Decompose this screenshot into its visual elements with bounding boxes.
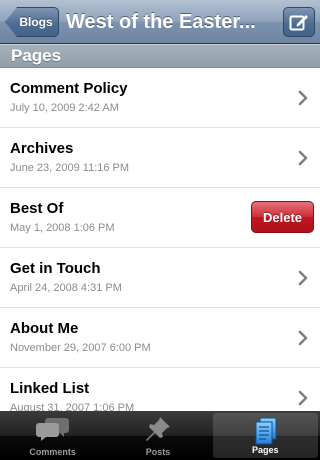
blogs-back-button[interactable]: Blogs [5,7,59,37]
page-date: April 24, 2008 4:31 PM [10,282,122,294]
chevron-right-icon [298,150,308,166]
list-item[interactable]: Archives June 23, 2009 11:16 PM [0,128,320,188]
pages-icon [255,417,277,445]
list-item[interactable]: Get in Touch April 24, 2008 4:31 PM [0,248,320,308]
chevron-right-icon [298,330,308,346]
page-title: Get in Touch [10,260,101,277]
pushpin-icon [145,417,170,441]
compose-button[interactable] [283,7,315,37]
page-title: Linked List [10,380,90,397]
list-item[interactable]: Best Of May 1, 2008 1:06 PM Delete [0,188,320,248]
tab-posts[interactable]: Posts [105,411,210,460]
page-title: Best Of [10,200,64,217]
page-date: August 31, 2007 1:06 PM [10,402,135,411]
page-title: Comment Policy [10,80,128,97]
tab-bar: Comments Posts Pages [0,411,320,460]
blog-title: West of the Easter... [66,11,256,33]
compose-icon [289,15,308,31]
list-item[interactable]: Comment Policy July 10, 2009 2:42 AM [0,68,320,128]
page-date: June 23, 2009 11:16 PM [10,162,130,174]
tab-pages[interactable]: Pages [212,413,318,458]
delete-button[interactable]: Delete [251,201,314,233]
page-title: About Me [10,320,79,337]
list-item[interactable]: About Me November 29, 2007 6:00 PM [0,308,320,368]
section-header-pages: Pages [0,44,320,68]
comments-icon [35,418,69,441]
chevron-right-icon [298,270,308,286]
list-item[interactable]: Linked List August 31, 2007 1:06 PM [0,368,320,411]
chevron-right-icon [298,90,308,106]
page-title: Archives [10,140,74,157]
pages-list: Comment Policy July 10, 2009 2:42 AM Arc… [0,68,320,411]
tab-label: Posts [145,447,171,457]
page-date: July 10, 2009 2:42 AM [10,102,119,114]
chevron-right-icon [298,390,308,406]
navigation-bar: Blogs West of the Easter... [0,0,320,44]
tab-comments[interactable]: Comments [0,411,105,460]
page-date: May 1, 2008 1:06 PM [10,222,115,234]
page-date: November 29, 2007 6:00 PM [10,342,151,354]
tab-label: Comments [29,447,76,457]
